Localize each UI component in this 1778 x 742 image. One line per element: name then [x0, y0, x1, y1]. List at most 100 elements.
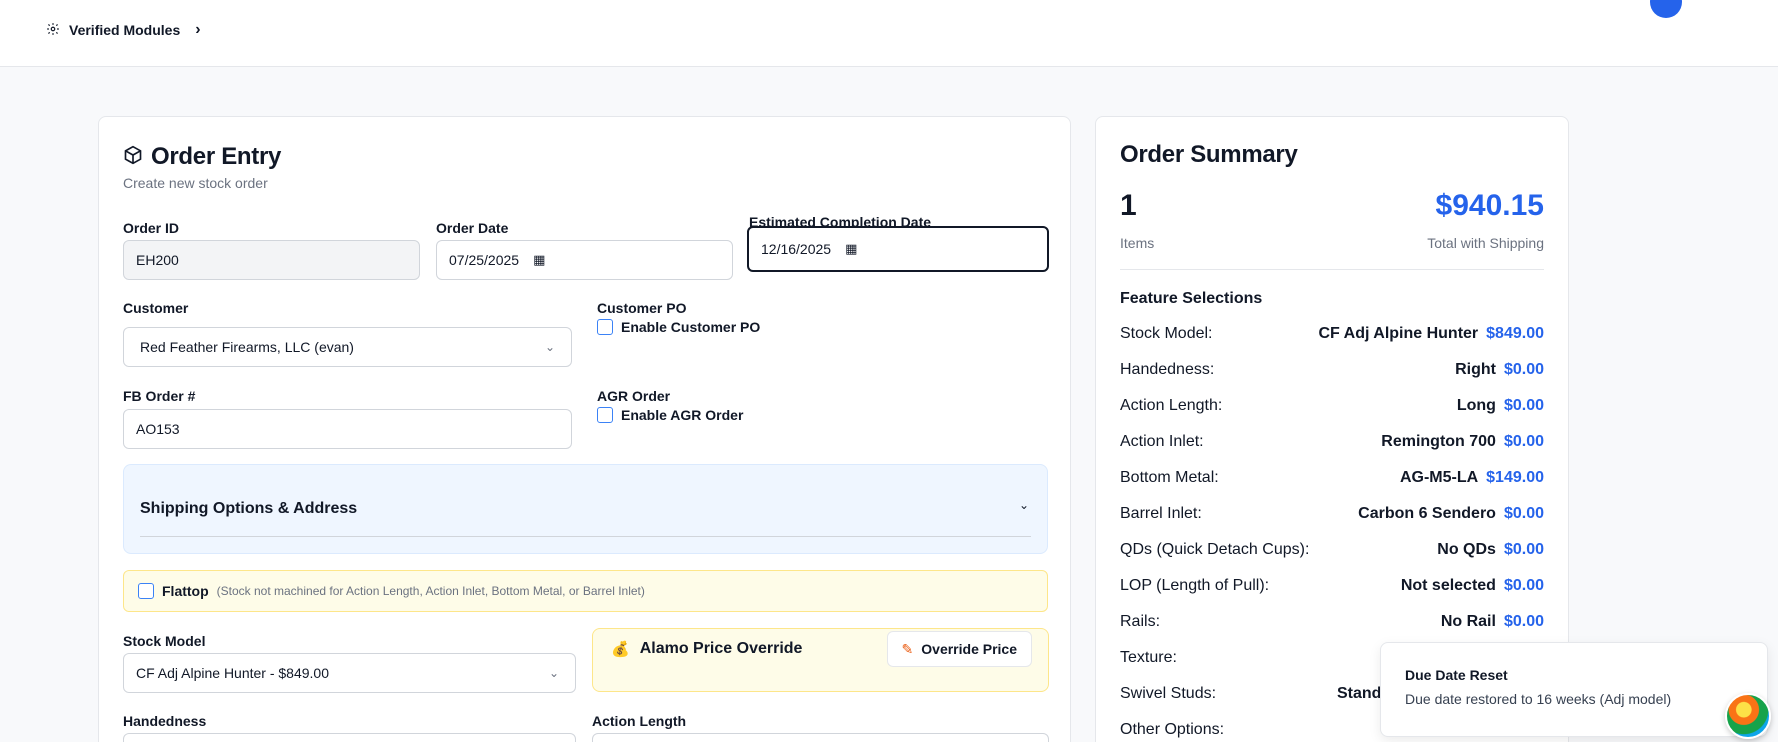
order-date-field[interactable]: 07/25/2025 ▦ [436, 240, 733, 280]
feature-key: QDs (Quick Detach Cups): [1120, 541, 1310, 558]
feature-value: No QDs [1437, 541, 1496, 558]
order-entry-card: Order Entry Create new stock order Order… [98, 116, 1071, 742]
feature-row: Barrel Inlet: Carbon 6 Sendero $0.00 [1120, 503, 1544, 525]
feature-key: Action Length: [1120, 397, 1223, 414]
toast-title: Due Date Reset [1405, 667, 1508, 683]
pencil-icon: ✎ [901, 640, 914, 657]
calendar-icon[interactable]: ▦ [533, 252, 545, 268]
shipping-title: Shipping Options & Address [140, 500, 358, 517]
feature-key: LOP (Length of Pull): [1120, 577, 1270, 594]
feature-value: CF Adj Alpine Hunter [1318, 325, 1479, 342]
feature-price: $0.00 [1503, 433, 1544, 450]
customer-po-check-label: Enable Customer PO [621, 319, 761, 335]
agr-check-label: Enable AGR Order [621, 407, 744, 423]
chevron-down-icon: ⌄ [548, 666, 559, 680]
feature-value: Long [1456, 397, 1496, 414]
divider [140, 536, 1031, 537]
feature-key: Barrel Inlet: [1120, 505, 1202, 522]
feature-key: Rails: [1120, 613, 1161, 630]
feature-price: $0.00 [1503, 505, 1544, 522]
flattop-row: Flattop (Stock not machined for Action L… [123, 570, 1048, 612]
chevron-right-icon: › [195, 21, 201, 38]
page-subtitle: Create new stock order [123, 175, 268, 191]
flattop-label: Flattop [162, 583, 209, 599]
package-icon [123, 145, 143, 170]
feature-price: $149.00 [1486, 469, 1544, 486]
page-title: Order Entry [151, 143, 282, 170]
feature-row: LOP (Length of Pull): Not selected $0.00 [1120, 575, 1544, 597]
feature-key: Texture: [1120, 649, 1177, 666]
feature-price: $0.00 [1503, 361, 1544, 378]
feature-row: Action Inlet: Remington 700 $0.00 [1120, 431, 1544, 453]
feature-value: Right [1455, 361, 1496, 378]
top-bar: Verified Modules › [0, 0, 1778, 67]
calendar-icon[interactable]: ▦ [845, 241, 857, 257]
breadcrumb-label: Verified Modules [69, 22, 181, 38]
feature-key: Action Inlet: [1120, 433, 1204, 450]
order-date-label: Order Date [436, 220, 509, 236]
feature-row: Bottom Metal: AG-M5-LA $149.00 [1120, 467, 1544, 489]
agr-order-checkbox[interactable] [597, 407, 613, 423]
feature-value: Not selected [1400, 577, 1496, 594]
handedness-select[interactable] [123, 733, 576, 742]
feature-value: Carbon 6 Sendero [1358, 505, 1496, 522]
breadcrumb[interactable]: Verified Modules › [46, 21, 201, 39]
feature-row: Handedness: Right $0.00 [1120, 359, 1544, 381]
items-label: Items [1120, 235, 1155, 251]
features-title: Feature Selections [1120, 290, 1263, 307]
feature-value: AG-M5-LA [1399, 469, 1479, 486]
stock-model-label: Stock Model [123, 633, 206, 649]
items-count: 1 [1120, 189, 1137, 222]
action-length-select[interactable] [592, 733, 1049, 742]
feature-key: Swivel Studs: [1120, 685, 1217, 702]
feature-price: $0.00 [1503, 397, 1544, 414]
summary-title: Order Summary [1120, 141, 1298, 168]
feature-key: Bottom Metal: [1120, 469, 1219, 486]
total-amount: $940.15 [1435, 189, 1544, 222]
feature-row: Action Length: Long $0.00 [1120, 395, 1544, 417]
toast-notification[interactable]: Due Date Reset Due date restored to 16 w… [1380, 642, 1768, 737]
stock-model-value: CF Adj Alpine Hunter - $849.00 [136, 665, 330, 681]
est-date-value: 12/16/2025 [761, 241, 832, 257]
feature-row: QDs (Quick Detach Cups): No QDs $0.00 [1120, 539, 1544, 561]
flattop-note: (Stock not machined for Action Length, A… [216, 584, 645, 598]
feature-row: Stock Model: CF Adj Alpine Hunter $849.00 [1120, 323, 1544, 345]
est-date-field[interactable]: 12/16/2025 ▦ [747, 226, 1049, 272]
toast-message: Due date restored to 16 weeks (Adj model… [1405, 691, 1672, 707]
order-id-field[interactable]: EH200 [123, 240, 420, 280]
chevron-down-icon: ⌄ [544, 340, 555, 354]
shipping-section[interactable]: Shipping Options & Address ⌄ [123, 464, 1048, 554]
feature-price: $0.00 [1503, 577, 1544, 594]
order-id-value: EH200 [136, 252, 179, 268]
feature-key: Handedness: [1120, 361, 1215, 378]
feature-row: Rails: No Rail $0.00 [1120, 611, 1544, 633]
user-avatar[interactable] [1650, 0, 1682, 18]
handedness-label: Handedness [123, 713, 207, 729]
gear-icon [46, 22, 60, 39]
override-price-button[interactable]: ✎ Override Price [886, 631, 1032, 667]
override-button-label: Override Price [921, 641, 1017, 657]
assistant-launcher-icon[interactable] [1725, 693, 1771, 739]
customer-po-checkbox[interactable] [597, 319, 613, 335]
fb-order-label: FB Order # [123, 388, 196, 404]
total-label: Total with Shipping [1427, 235, 1544, 251]
stock-model-select[interactable]: CF Adj Alpine Hunter - $849.00 ⌄ [123, 653, 576, 693]
fb-order-field[interactable]: AO153 [123, 409, 572, 449]
agr-order-label: AGR Order [597, 388, 671, 404]
feature-key: Other Options: [1120, 721, 1225, 738]
feature-price: $0.00 [1503, 541, 1544, 558]
feature-price: $0.00 [1503, 613, 1544, 630]
feature-value: No Rail [1440, 613, 1496, 630]
customer-label: Customer [123, 300, 189, 316]
customer-select[interactable]: Red Feather Firearms, LLC (evan) ⌄ [123, 327, 572, 367]
alamo-title: Alamo Price Override [639, 640, 803, 657]
agr-order-toggle[interactable]: Enable AGR Order [597, 407, 743, 423]
divider [1120, 269, 1544, 270]
flattop-checkbox[interactable] [138, 583, 154, 599]
order-date-value: 07/25/2025 [449, 252, 520, 268]
order-id-label: Order ID [123, 220, 180, 236]
feature-value: Remington 700 [1381, 433, 1496, 450]
customer-po-toggle[interactable]: Enable Customer PO [597, 319, 760, 335]
chevron-down-icon[interactable]: ⌄ [1019, 498, 1029, 512]
alamo-override-panel: 💰 Alamo Price Override ✎ Override Price [592, 628, 1049, 692]
